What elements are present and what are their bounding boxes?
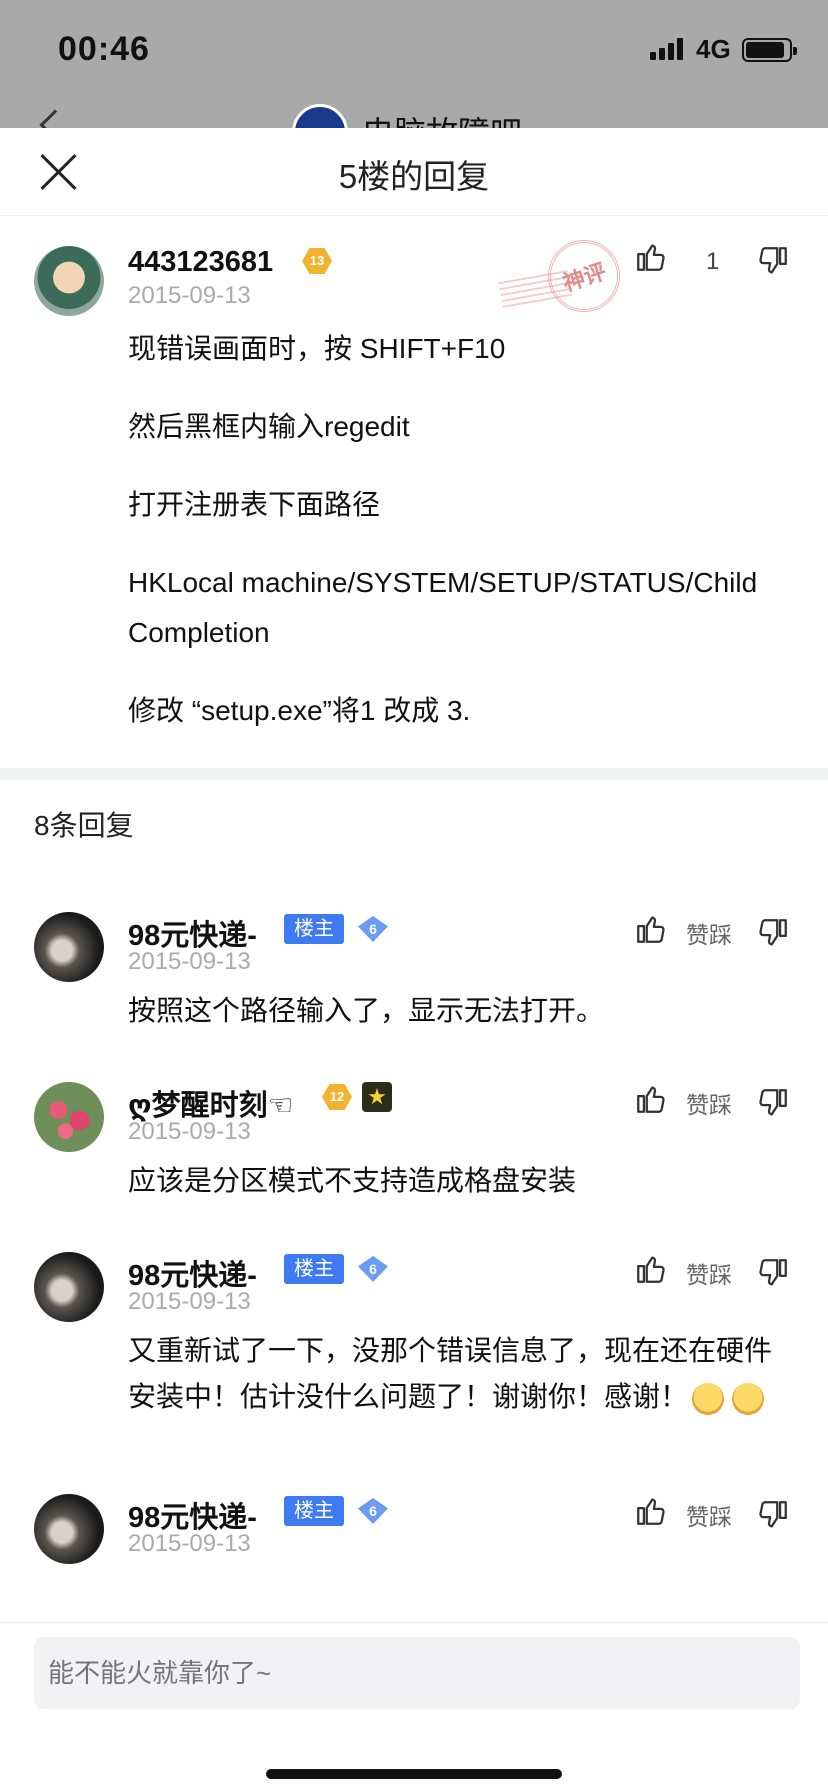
zancai-label: 赞踩 [686, 1262, 732, 1288]
level-badge: 6 [358, 1498, 388, 1524]
level-badge: 13 [302, 248, 332, 274]
sheet-title: 5楼的回复 [338, 158, 490, 195]
post-username[interactable]: 443123681 [128, 246, 273, 279]
avatar[interactable] [34, 1082, 104, 1152]
forum-logo [292, 104, 348, 130]
dislike-icon[interactable] [756, 1086, 790, 1120]
reply-input[interactable] [34, 1637, 800, 1709]
like-icon[interactable] [634, 1494, 668, 1528]
emoji-icon [692, 1382, 725, 1415]
post-paragraph: 打开注册表下面路径 [128, 489, 381, 520]
status-time: 00:46 [58, 30, 150, 68]
post-date: 2015-09-13 [128, 282, 251, 309]
post-paragraph: 现错误画面时，按 SHIFT+F10 [128, 333, 506, 364]
home-indicator [266, 1769, 562, 1779]
post-paragraph: HKLocal machine/SYSTEM/SETUP/STATUS/Chil… [128, 567, 758, 648]
like-icon[interactable] [634, 1082, 668, 1116]
post-body: 现错误画面时，按 SHIFT+F10 然后黑框内输入regedit 打开注册表下… [128, 324, 768, 764]
zancai-label: 赞踩 [686, 1504, 732, 1530]
reply-text: 应该是分区模式不支持造成格盘安装 [128, 1165, 577, 1196]
dislike-icon[interactable] [756, 916, 790, 950]
dislike-icon[interactable] [756, 244, 790, 278]
star-badge-icon: ★ [362, 1082, 392, 1112]
louzhu-badge: 楼主 [284, 914, 344, 944]
reply-date: 2015-09-13 [128, 1530, 251, 1557]
level-badge: 6 [358, 916, 388, 942]
like-icon[interactable] [634, 240, 668, 274]
like-icon[interactable] [634, 1252, 668, 1286]
avatar[interactable] [34, 912, 104, 982]
sheet-header: 5楼的回复 [0, 128, 828, 216]
network-type: 4G [696, 34, 731, 64]
post-paragraph: 然后黑框内输入regedit [128, 411, 410, 442]
like-icon[interactable] [634, 912, 668, 946]
reply-date: 2015-09-13 [128, 1118, 251, 1145]
background-page-header: 电脑故障吧 [0, 100, 828, 130]
forum-title: 电脑故障吧 [362, 108, 522, 130]
status-bar: 00:46 4G [0, 0, 828, 100]
avatar[interactable] [34, 1494, 104, 1564]
like-count: 1 [706, 248, 720, 275]
emoji-icon [732, 1382, 765, 1415]
avatar[interactable] [34, 246, 104, 316]
level-badge: 12 [322, 1084, 352, 1110]
dislike-icon[interactable] [756, 1256, 790, 1290]
reply-text-content: 又重新试了一下，没那个错误信息了，现在还在硬件安装中！估计没什么问题了！谢谢你！… [128, 1335, 773, 1412]
reply-date: 2015-09-13 [128, 1288, 251, 1315]
zancai-label: 赞踩 [686, 1092, 732, 1118]
zancai-label: 赞踩 [686, 922, 732, 948]
level-badge: 6 [358, 1256, 388, 1282]
reply-count: 8条回复 [34, 810, 134, 841]
reply-text: 又重新试了一下，没那个错误信息了，现在还在硬件安装中！估计没什么问题了！谢谢你！… [128, 1328, 788, 1420]
reply-date: 2015-09-13 [128, 948, 251, 975]
signal-icon [650, 36, 690, 60]
reply-footer [0, 1622, 828, 1792]
post-paragraph: 修改 “setup.exe”将1 改成 3. [128, 695, 471, 726]
avatar[interactable] [34, 1252, 104, 1322]
shenping-stamp: 神评 [497, 236, 630, 316]
battery-icon [742, 38, 797, 62]
reply-text: 按照这个路径输入了，显示无法打开。 [128, 995, 605, 1026]
main-post: 443123681 13 2015-09-13 神评 1 现错误画面时，按 SH… [0, 216, 828, 776]
back-icon [39, 109, 71, 130]
louzhu-badge: 楼主 [284, 1254, 344, 1284]
section-divider [0, 768, 828, 780]
dislike-icon[interactable] [756, 1498, 790, 1532]
louzhu-badge: 楼主 [284, 1496, 344, 1526]
reply-sheet: 5楼的回复 443123681 13 2015-09-13 神评 1 现错误画面… [0, 128, 828, 1792]
